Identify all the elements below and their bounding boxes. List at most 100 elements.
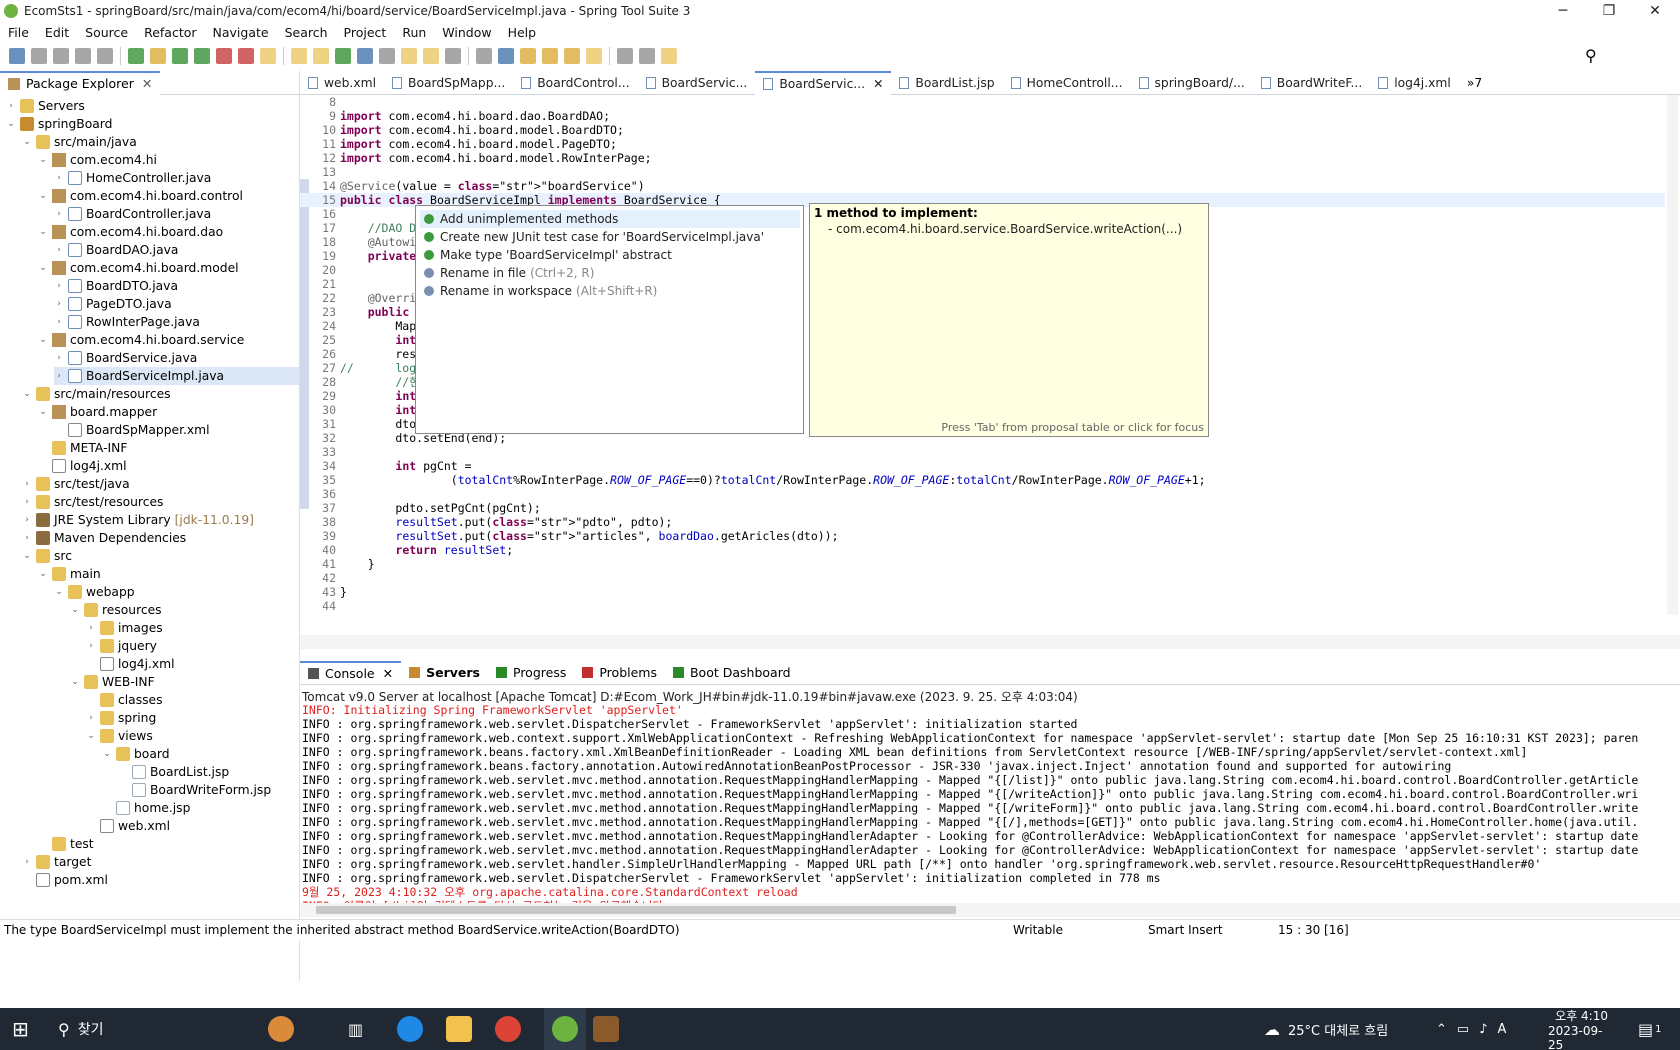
menu-search[interactable]: Search xyxy=(277,25,336,40)
editor-tab[interactable]: log4j.xml xyxy=(1370,71,1459,95)
toolbar-button-icon[interactable] xyxy=(128,48,144,64)
tree-item[interactable]: ⌄ com.ecom4.hi.board.dao xyxy=(38,223,223,241)
tree-item[interactable]: BoardSpMapper.xml xyxy=(54,421,210,439)
tree-item[interactable]: ⌄ com.ecom4.hi.board.service xyxy=(38,331,244,349)
minimize-button[interactable]: ─ xyxy=(1540,0,1586,22)
tree-item[interactable]: ⌄ WEB-INF xyxy=(70,673,155,691)
notification-button[interactable]: ▤ 1 xyxy=(1638,1008,1662,1050)
tree-twisty-icon[interactable]: › xyxy=(54,299,64,309)
toolbar-button-icon[interactable] xyxy=(661,48,677,64)
menu-refactor[interactable]: Refactor xyxy=(136,25,204,40)
tree-twisty-icon[interactable]: ⌄ xyxy=(38,191,48,201)
editor-tab[interactable]: HomeControll... xyxy=(1003,71,1131,95)
tree-item[interactable]: › HomeController.java xyxy=(54,169,211,187)
tree-item[interactable]: ⌄ resources xyxy=(70,601,162,619)
tree-item[interactable]: ⌄ com.ecom4.hi.board.model xyxy=(38,259,239,277)
toolbar-button-icon[interactable] xyxy=(194,48,210,64)
quick-fix-item[interactable]: Make type 'BoardServiceImpl' abstract xyxy=(420,246,800,264)
search-icon[interactable]: ⚲ xyxy=(1585,46,1597,65)
toolbar-button-icon[interactable] xyxy=(379,48,395,64)
tree-item[interactable]: › Maven Dependencies xyxy=(22,529,186,547)
editor-tab[interactable]: BoardServic... xyxy=(638,71,756,95)
toolbar-button-icon[interactable] xyxy=(423,48,439,64)
toolbar-button-icon[interactable] xyxy=(586,48,602,64)
tree-item[interactable]: › images xyxy=(86,619,163,637)
tree-item[interactable]: ⌄ views xyxy=(86,727,153,745)
menu-navigate[interactable]: Navigate xyxy=(205,25,277,40)
editor-tab[interactable]: BoardServic... ✕ xyxy=(755,70,892,95)
tree-twisty-icon[interactable]: › xyxy=(86,713,96,723)
clock[interactable]: 오후 4:10 2023-09-25 xyxy=(1548,1008,1608,1050)
tree-item[interactable]: log4j.xml xyxy=(86,655,175,673)
taskbar-edge[interactable] xyxy=(397,1008,423,1050)
tree-twisty-icon[interactable]: ⌄ xyxy=(38,335,48,345)
tree-twisty-icon[interactable]: ⌄ xyxy=(102,749,112,759)
tree-item[interactable]: ⌄ board xyxy=(102,745,170,763)
quick-fix-item[interactable]: Add unimplemented methods xyxy=(420,210,800,228)
bottom-tab-boot-dashboard[interactable]: Boot Dashboard xyxy=(665,661,799,685)
tree-twisty-icon[interactable]: › xyxy=(54,317,64,327)
toolbar-button-icon[interactable] xyxy=(445,48,461,64)
tray-icons[interactable]: ⌃ ▭ ♪ A xyxy=(1436,1008,1506,1050)
tree-twisty-icon[interactable]: ⌄ xyxy=(38,569,48,579)
menu-help[interactable]: Help xyxy=(500,25,545,40)
taskbar-app[interactable] xyxy=(593,1008,619,1050)
tree-twisty-icon[interactable]: › xyxy=(22,497,32,507)
toolbar-button-icon[interactable] xyxy=(401,48,417,64)
tree-twisty-icon[interactable]: › xyxy=(54,173,64,183)
tree-item[interactable]: BoardWriteForm.jsp xyxy=(118,781,271,799)
close-icon[interactable]: ✕ xyxy=(873,77,883,91)
toolbar-button-icon[interactable] xyxy=(313,48,329,64)
tree-item[interactable]: classes xyxy=(86,691,163,709)
task-view-button[interactable]: ▥ xyxy=(348,1008,363,1050)
tree-twisty-icon[interactable]: ⌄ xyxy=(38,407,48,417)
tree-twisty-icon[interactable]: › xyxy=(54,281,64,291)
close-button[interactable]: ✕ xyxy=(1632,0,1678,22)
tree-item[interactable]: › BoardServiceImpl.java xyxy=(54,367,299,385)
tree-twisty-icon[interactable]: › xyxy=(22,515,32,525)
menu-window[interactable]: Window xyxy=(434,25,499,40)
taskbar-search[interactable]: ⚲ 찾기 xyxy=(58,1008,258,1050)
tree-twisty-icon[interactable]: › xyxy=(22,857,32,867)
console-hscrollbar[interactable] xyxy=(300,903,1680,917)
bottom-tab-problems[interactable]: Problems xyxy=(574,661,665,685)
tree-item[interactable]: › spring xyxy=(86,709,156,727)
editor-tab[interactable]: BoardControl... xyxy=(513,71,637,95)
taskbar-sts[interactable] xyxy=(544,1008,586,1050)
tree-item[interactable]: ⌄ springBoard xyxy=(6,115,112,133)
editor-tab[interactable]: BoardSpMapp... xyxy=(384,71,513,95)
tree-twisty-icon[interactable]: › xyxy=(6,101,16,111)
tree-item[interactable]: › src/test/resources xyxy=(22,493,163,511)
tab-overflow[interactable]: »7 xyxy=(1467,76,1482,90)
menu-project[interactable]: Project xyxy=(336,25,395,40)
tree-item[interactable]: BoardList.jsp xyxy=(118,763,229,781)
taskbar-chrome[interactable] xyxy=(495,1008,521,1050)
tree-item[interactable]: ⌄ main xyxy=(38,565,101,583)
tree-item[interactable]: web.xml xyxy=(86,817,170,835)
tree-item[interactable]: test xyxy=(38,835,94,853)
tree-item[interactable]: ⌄ com.ecom4.hi xyxy=(38,151,157,169)
tree-item[interactable]: › src/test/java xyxy=(22,475,130,493)
tree-twisty-icon[interactable]: › xyxy=(54,245,64,255)
quick-fix-item[interactable]: Rename in workspace (Alt+Shift+R) xyxy=(420,282,800,300)
tree-item[interactable]: › JRE System Library [jdk-11.0.19] xyxy=(22,511,254,529)
tree-twisty-icon[interactable]: › xyxy=(54,371,64,381)
tree-twisty-icon[interactable]: ⌄ xyxy=(70,677,80,687)
toolbar-button-icon[interactable] xyxy=(9,48,25,64)
toolbar-button-icon[interactable] xyxy=(639,48,655,64)
tree-twisty-icon[interactable]: › xyxy=(54,353,64,363)
toolbar-button-icon[interactable] xyxy=(260,48,276,64)
toolbar-button-icon[interactable] xyxy=(172,48,188,64)
taskbar-explorer[interactable] xyxy=(446,1008,472,1050)
toolbar-button-icon[interactable] xyxy=(216,48,232,64)
tree-item[interactable]: › Servers xyxy=(6,97,85,115)
editor-tab[interactable]: springBoard/... xyxy=(1131,71,1253,95)
tree-twisty-icon[interactable]: › xyxy=(54,209,64,219)
tree-twisty-icon[interactable]: ⌄ xyxy=(38,155,48,165)
editor-tab[interactable]: BoardList.jsp xyxy=(891,71,1002,95)
toolbar-button-icon[interactable] xyxy=(238,48,254,64)
tree-twisty-icon[interactable]: ⌄ xyxy=(54,587,64,597)
tree-twisty-icon[interactable]: › xyxy=(22,479,32,489)
editor-scrollbar[interactable] xyxy=(1667,95,1678,615)
tree-item[interactable]: ⌄ src/main/resources xyxy=(22,385,171,403)
